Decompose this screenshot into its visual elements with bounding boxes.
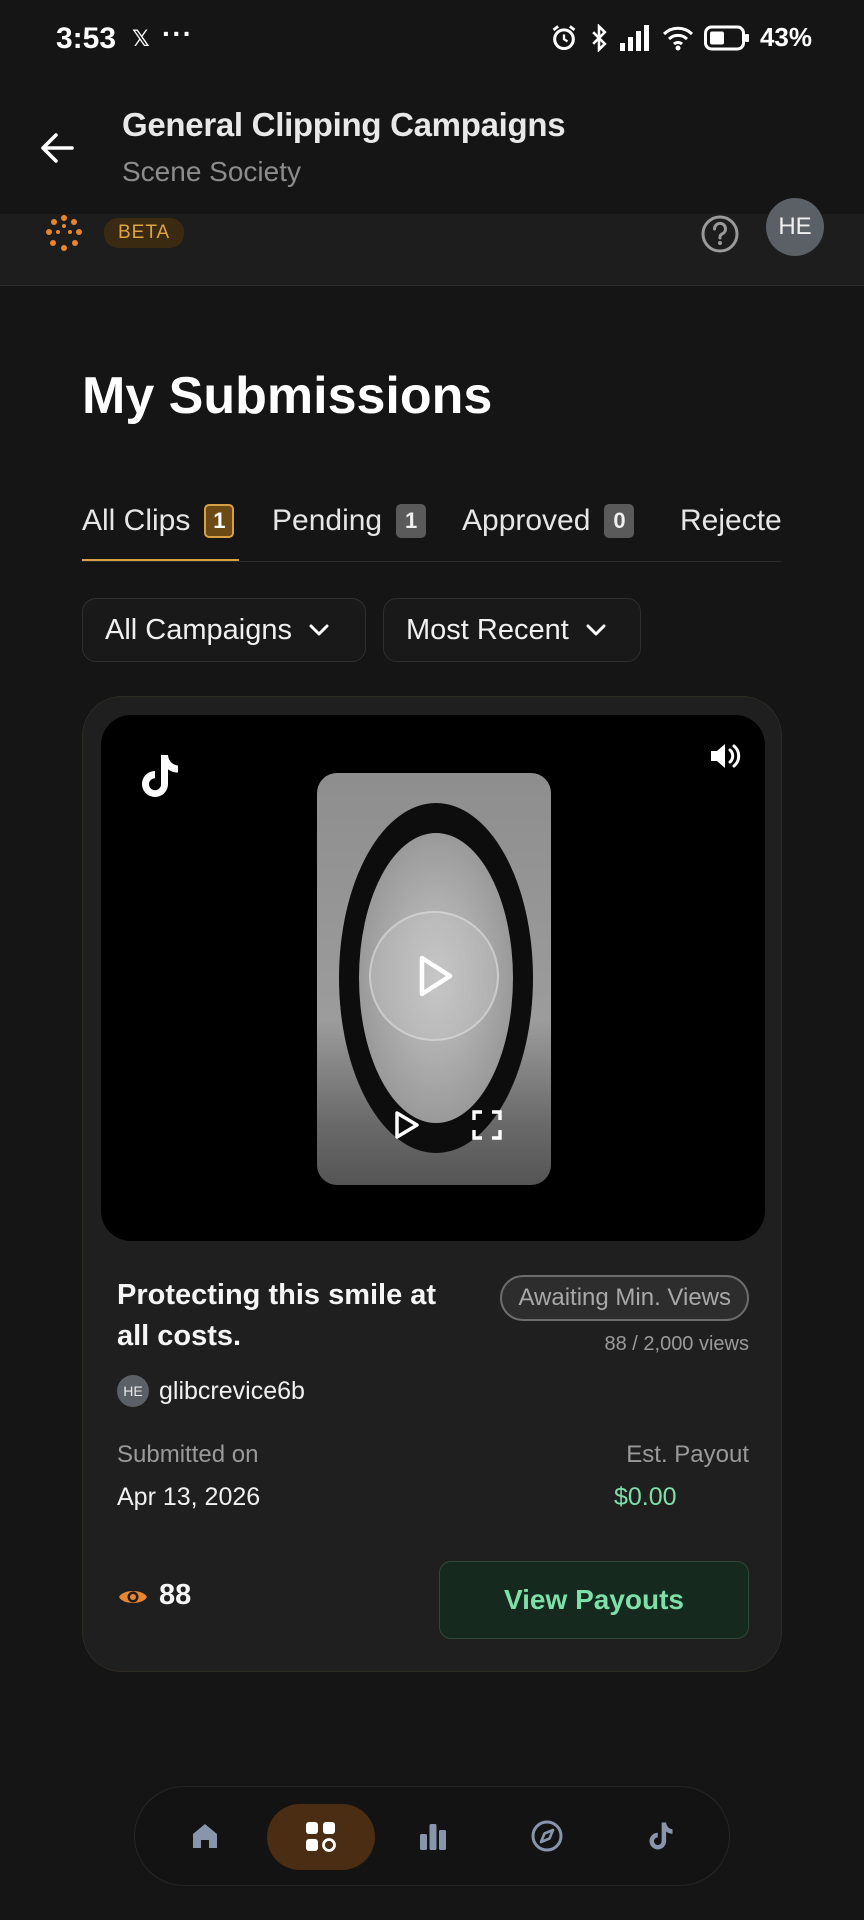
beta-badge: BETA — [104, 218, 185, 248]
creator-name: glibcrevice6b — [159, 1377, 305, 1405]
nav-submissions[interactable] — [267, 1804, 375, 1870]
submission-card: Protecting this smile at all costs. Awai… — [82, 696, 782, 1672]
status-time: 3:53 — [56, 22, 117, 55]
alarm-icon — [552, 24, 576, 50]
tab-label: Pending — [272, 504, 383, 537]
bottom-nav — [134, 1786, 730, 1886]
user-avatar[interactable]: HE — [766, 198, 824, 256]
sub-header: BETA HE — [0, 198, 864, 286]
play-control-icon[interactable] — [387, 1107, 423, 1143]
logo-icon[interactable] — [44, 214, 84, 254]
tab-all-clips[interactable]: All Clips 1 — [82, 498, 235, 544]
submitted-date: Apr 13, 2026 — [117, 1483, 261, 1511]
sort-dropdown[interactable]: Most Recent — [383, 598, 641, 662]
header-subtitle: Scene Society — [122, 156, 301, 187]
tiktok-icon[interactable] — [137, 751, 183, 801]
creator-avatar: HE — [117, 1375, 149, 1407]
grid-icon — [306, 1822, 336, 1852]
help-icon[interactable] — [700, 214, 740, 254]
page-title: My Submissions — [82, 367, 493, 425]
play-button[interactable] — [369, 911, 499, 1041]
nav-home[interactable] — [173, 1804, 237, 1868]
wifi-icon — [662, 26, 694, 50]
tab-label: Approved — [462, 504, 591, 537]
tab-approved[interactable]: Approved 0 — [462, 498, 635, 544]
eye-icon — [119, 1591, 147, 1603]
home-icon — [193, 1824, 217, 1848]
view-payouts-button[interactable]: View Payouts — [439, 1561, 749, 1639]
tab-label: All Clips — [82, 504, 191, 537]
header-title: General Clipping Campaigns — [122, 106, 566, 143]
tiktok-icon — [649, 1822, 673, 1850]
nav-tiktok[interactable] — [629, 1804, 693, 1868]
status-icons: 43% — [550, 22, 812, 53]
view-count: 88 — [159, 1579, 192, 1611]
campaign-filter-dropdown[interactable]: All Campaigns — [82, 598, 366, 662]
submitted-label: Submitted on — [117, 1441, 259, 1468]
nav-explore[interactable] — [515, 1804, 579, 1868]
sort-label: Most Recent — [406, 613, 569, 646]
compass-icon — [531, 1820, 563, 1852]
active-tab-indicator — [82, 559, 239, 561]
fullscreen-icon[interactable] — [471, 1109, 503, 1141]
chevron-down-icon — [586, 624, 606, 636]
tab-pending[interactable]: Pending 1 — [272, 498, 427, 544]
tab-count: 0 — [604, 504, 635, 538]
status-badge: Awaiting Min. Views — [500, 1275, 749, 1321]
status-bar: 3:53 𝕏 ··· 43% — [0, 0, 864, 80]
est-payout-value: $0.00 — [614, 1483, 677, 1511]
signal-icon — [619, 24, 649, 51]
battery-icon — [703, 25, 749, 50]
views-progress: 88 / 2,000 views — [604, 1333, 749, 1355]
tab-count: 1 — [204, 504, 235, 538]
volume-icon[interactable] — [707, 739, 741, 773]
nav-stats[interactable] — [401, 1804, 465, 1868]
x-icon: 𝕏 — [132, 26, 150, 51]
tab-label: Rejecte — [680, 504, 782, 537]
bar-chart-icon — [420, 1824, 446, 1850]
battery-percent: 43% — [759, 22, 812, 52]
submission-tabs: All Clips 1 Pending 1 Approved 0 Rejecte — [82, 490, 782, 562]
app-header: General Clipping Campaigns Scene Society — [0, 80, 864, 214]
play-icon — [419, 955, 453, 997]
bluetooth-icon — [592, 23, 607, 52]
est-payout-label: Est. Payout — [626, 1441, 749, 1468]
chevron-down-icon — [309, 624, 329, 636]
back-arrow-icon[interactable] — [36, 126, 80, 170]
clip-title: Protecting this smile at all costs. — [117, 1279, 437, 1352]
campaign-filter-label: All Campaigns — [105, 613, 292, 646]
tab-count: 1 — [396, 504, 427, 538]
video-player[interactable] — [101, 715, 765, 1241]
tab-rejected[interactable]: Rejecte — [680, 498, 782, 544]
more-notifications-icon: ··· — [162, 18, 193, 49]
